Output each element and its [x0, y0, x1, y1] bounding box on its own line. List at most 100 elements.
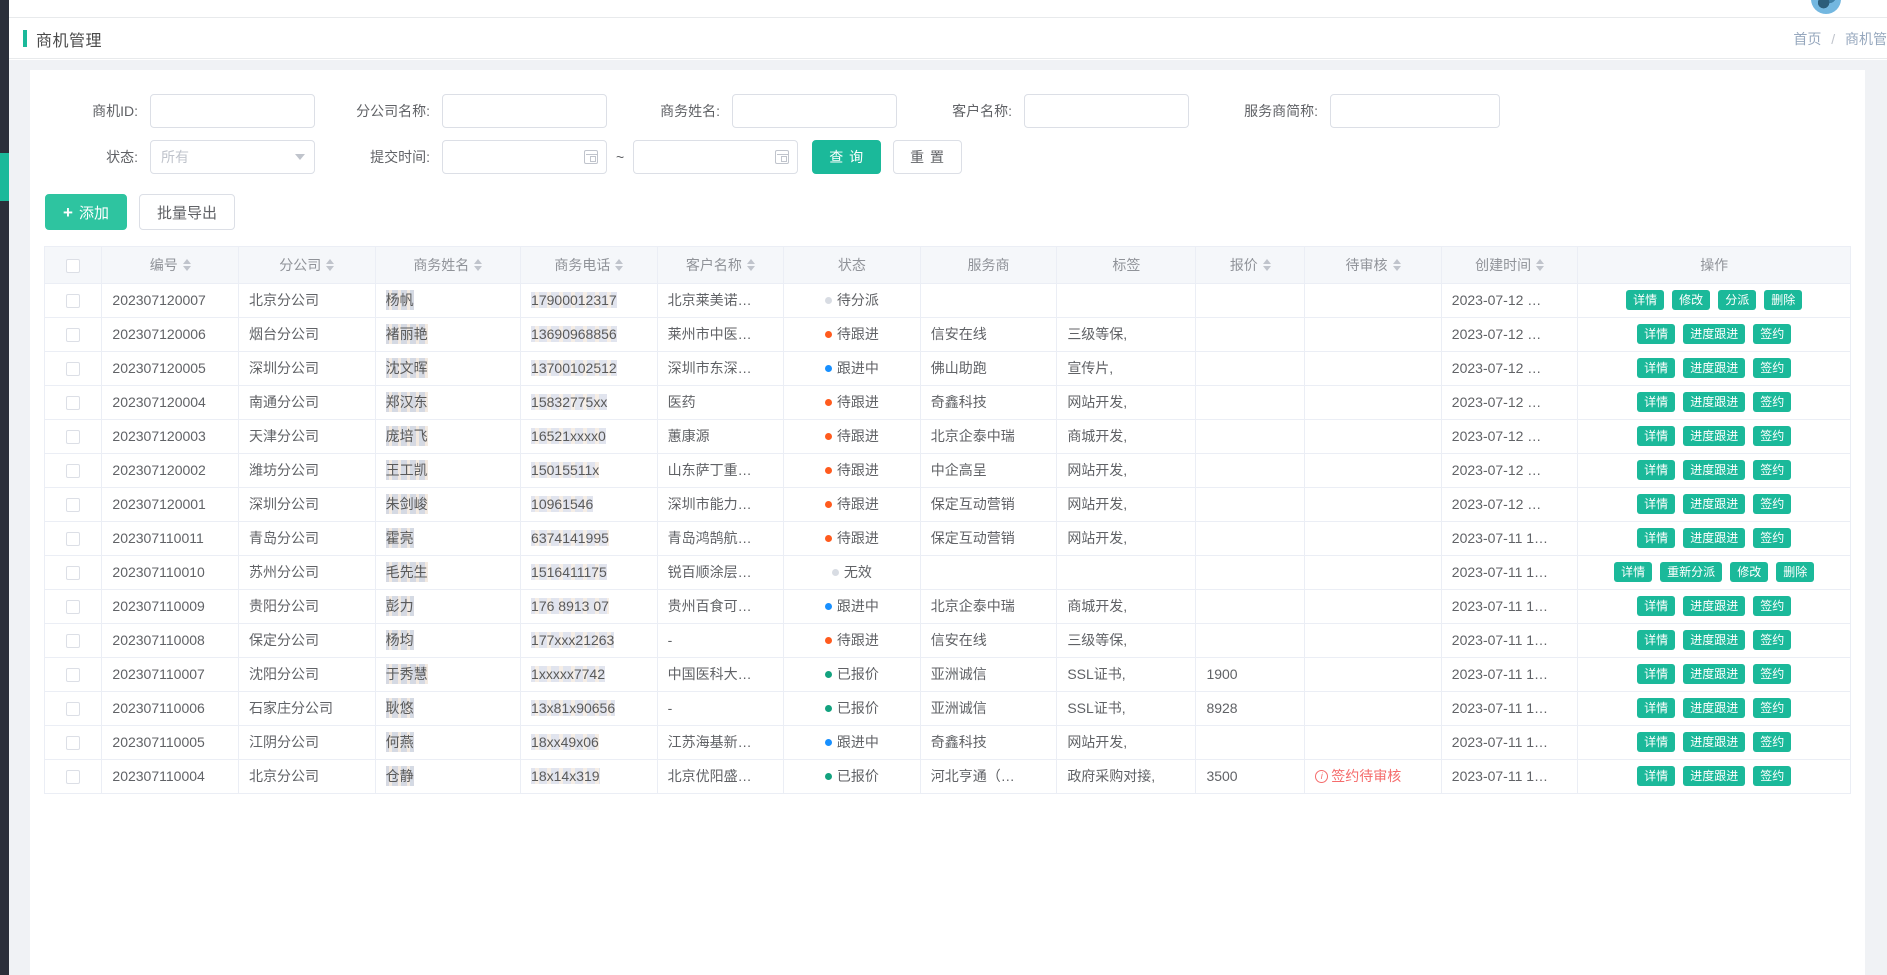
action-button[interactable]: 修改	[1672, 290, 1711, 310]
action-button[interactable]: 进度跟进	[1683, 426, 1746, 446]
action-button[interactable]: 签约	[1753, 528, 1792, 548]
action-button[interactable]: 签约	[1753, 732, 1792, 752]
row-checkbox[interactable]	[66, 736, 81, 751]
search-button[interactable]: 查 询	[812, 140, 882, 174]
action-button[interactable]: 进度跟进	[1683, 460, 1746, 480]
action-button[interactable]: 签约	[1753, 664, 1792, 684]
action-button[interactable]: 进度跟进	[1683, 596, 1746, 616]
opportunity-id-input[interactable]	[150, 94, 315, 128]
row-checkbox[interactable]	[66, 396, 81, 411]
action-button[interactable]: 详情	[1637, 392, 1676, 412]
action-button[interactable]: 签约	[1753, 596, 1792, 616]
select-all-checkbox[interactable]	[66, 258, 81, 273]
table-row[interactable]: 202307120005 深圳分公司 沈文晖 13700102512 深圳市东深… 跟进中…	[45, 351, 1850, 386]
action-button[interactable]: 进度跟进	[1683, 358, 1746, 378]
action-button[interactable]: 签约	[1753, 324, 1792, 344]
action-button[interactable]: 删除	[1776, 562, 1815, 582]
action-button[interactable]: 签约	[1753, 494, 1792, 514]
column-header[interactable]: 商务姓名	[375, 247, 522, 284]
table-row[interactable]: 202307110010 苏州分公司 毛先生 1516411175 锐百顺涂层… 无效 20…	[45, 555, 1850, 590]
column-header[interactable]: 客户名称	[657, 247, 785, 284]
action-button[interactable]: 分派	[1718, 290, 1757, 310]
action-button[interactable]: 详情	[1614, 562, 1653, 582]
action-button[interactable]: 详情	[1637, 766, 1676, 786]
row-checkbox[interactable]	[66, 328, 81, 343]
action-button[interactable]: 详情	[1637, 324, 1676, 344]
table-row[interactable]: 202307120007 北京分公司 杨帆 17900012317 北京莱美诺… 待分派 2…	[45, 283, 1850, 318]
table-row[interactable]: 202307110011 青岛分公司 霍亮 6374141995 青岛鸿鹄航… 待跟进 保定…	[45, 521, 1850, 556]
action-button[interactable]: 签约	[1753, 630, 1792, 650]
action-button[interactable]: 签约	[1753, 766, 1792, 786]
action-button[interactable]: 详情	[1637, 528, 1676, 548]
sort-arrows-icon[interactable]	[746, 258, 755, 271]
row-checkbox[interactable]	[66, 498, 81, 513]
sort-arrows-icon[interactable]	[1392, 258, 1401, 271]
table-row[interactable]: 202307110006 石家庄分公司 耿悠 13x81x90656 - 已报价 亚洲诚信 S…	[45, 691, 1850, 726]
row-checkbox[interactable]	[66, 600, 81, 615]
table-row[interactable]: 202307120001 深圳分公司 朱剑峻 10961546 深圳市能力… 待跟进 保定互…	[45, 487, 1850, 522]
table-row[interactable]: 202307120003 天津分公司 庞培飞 16521xxxx0 蕙康源 待跟进 北京企泰…	[45, 419, 1850, 454]
action-button[interactable]: 详情	[1637, 664, 1676, 684]
action-button[interactable]: 删除	[1764, 290, 1803, 310]
action-button[interactable]: 进度跟进	[1683, 392, 1746, 412]
row-checkbox[interactable]	[66, 532, 81, 547]
table-row[interactable]: 202307120002 潍坊分公司 王工凯 15015511x 山东萨丁重… 待跟进 中企…	[45, 453, 1850, 488]
action-button[interactable]: 进度跟进	[1683, 664, 1746, 684]
action-button[interactable]: 进度跟进	[1683, 528, 1746, 548]
action-button[interactable]: 详情	[1637, 426, 1676, 446]
submit-time-start-input[interactable]	[442, 140, 607, 174]
avatar[interactable]	[1811, 0, 1841, 14]
column-header[interactable]: 编号	[101, 247, 239, 284]
action-button[interactable]: 详情	[1637, 596, 1676, 616]
action-button[interactable]: 进度跟进	[1683, 494, 1746, 514]
column-header[interactable]: 报价	[1195, 247, 1306, 284]
row-checkbox[interactable]	[66, 702, 81, 717]
sort-arrows-icon[interactable]	[474, 258, 483, 271]
branch-name-input[interactable]	[442, 94, 607, 128]
action-button[interactable]: 详情	[1626, 290, 1665, 310]
action-button[interactable]: 重新分派	[1660, 562, 1723, 582]
action-button[interactable]: 进度跟进	[1683, 732, 1746, 752]
action-button[interactable]: 签约	[1753, 460, 1792, 480]
action-button[interactable]: 详情	[1637, 698, 1676, 718]
agent-name-input[interactable]	[732, 94, 897, 128]
breadcrumb-home[interactable]: 首页	[1793, 31, 1821, 47]
row-checkbox[interactable]	[66, 566, 81, 581]
table-row[interactable]: 202307120004 南通分公司 郑汉东 15832775xx 医药 待跟进 奇鑫科技网…	[45, 385, 1850, 420]
table-row[interactable]: 202307110009 贵阳分公司 彭力 176 8913 07 贵州百食可… 跟进中 北…	[45, 589, 1850, 624]
action-button[interactable]: 进度跟进	[1683, 324, 1746, 344]
batch-export-button[interactable]: 批量导出	[138, 194, 235, 230]
action-button[interactable]: 详情	[1637, 460, 1676, 480]
table-row[interactable]: 202307110004 北京分公司 仓静 18x14x319 北京优阳盛… 已报价 河北亨…	[45, 759, 1850, 794]
table-row[interactable]: 202307120006 烟台分公司 褚丽艳 13690968856 莱州市中医… 待跟进…	[45, 317, 1850, 352]
add-button[interactable]: + 添加	[45, 194, 127, 230]
sort-arrows-icon[interactable]	[615, 258, 624, 271]
action-button[interactable]: 签约	[1753, 698, 1792, 718]
column-header[interactable]: 待审核	[1304, 247, 1442, 284]
table-row[interactable]: 202307110005 江阴分公司 何燕 18xx49x06 江苏海基新… 跟进中 奇鑫科…	[45, 725, 1850, 760]
action-button[interactable]: 详情	[1637, 494, 1676, 514]
row-checkbox[interactable]	[66, 464, 81, 479]
action-button[interactable]: 进度跟进	[1683, 698, 1746, 718]
row-checkbox[interactable]	[66, 362, 81, 377]
action-button[interactable]: 签约	[1753, 358, 1792, 378]
provider-short-name-input[interactable]	[1330, 94, 1500, 128]
action-button[interactable]: 进度跟进	[1683, 630, 1746, 650]
row-checkbox[interactable]	[66, 294, 81, 309]
sort-arrows-icon[interactable]	[1536, 258, 1545, 271]
column-header[interactable]: 分公司	[238, 247, 376, 284]
row-checkbox[interactable]	[66, 634, 81, 649]
status-select[interactable]	[150, 140, 315, 174]
column-header[interactable]: 商务电话	[520, 247, 658, 284]
sort-arrows-icon[interactable]	[326, 258, 335, 271]
reset-button[interactable]: 重 置	[893, 140, 962, 174]
sort-arrows-icon[interactable]	[1262, 258, 1271, 271]
submit-time-end-input[interactable]	[633, 140, 799, 174]
row-checkbox[interactable]	[66, 668, 81, 683]
action-button[interactable]: 修改	[1730, 562, 1769, 582]
action-button[interactable]: 进度跟进	[1683, 766, 1746, 786]
table-row[interactable]: 202307110007 沈阳分公司 于秀慧 1xxxxx7742 中国医科大… 已报价 亚…	[45, 657, 1850, 692]
action-button[interactable]: 详情	[1637, 732, 1676, 752]
action-button[interactable]: 详情	[1637, 630, 1676, 650]
row-checkbox[interactable]	[66, 770, 81, 785]
